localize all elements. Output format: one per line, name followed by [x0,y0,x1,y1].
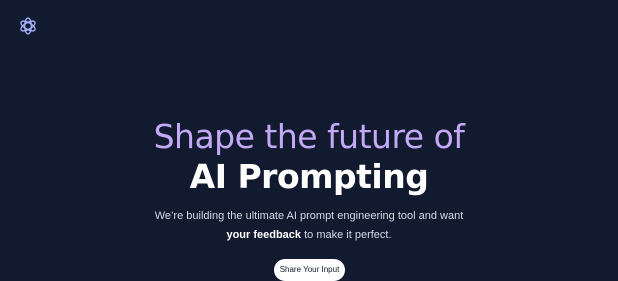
headline-line-1: Shape the future of [153,117,465,156]
hero-section: Shape the future of AI Prompting We’re b… [0,117,618,245]
subtitle-text-end: to make it perfect. [301,229,392,241]
subtitle-text-start: We’re building the ultimate AI prompt en… [154,210,464,222]
hero-subtitle: We’re building the ultimate AI prompt en… [149,207,469,245]
subtitle-emphasis: your feedback [226,229,302,241]
share-input-button[interactable]: Share Your Input [274,259,345,281]
ai-logo-icon[interactable] [18,16,38,36]
headline-line-2: AI Prompting [189,157,429,196]
